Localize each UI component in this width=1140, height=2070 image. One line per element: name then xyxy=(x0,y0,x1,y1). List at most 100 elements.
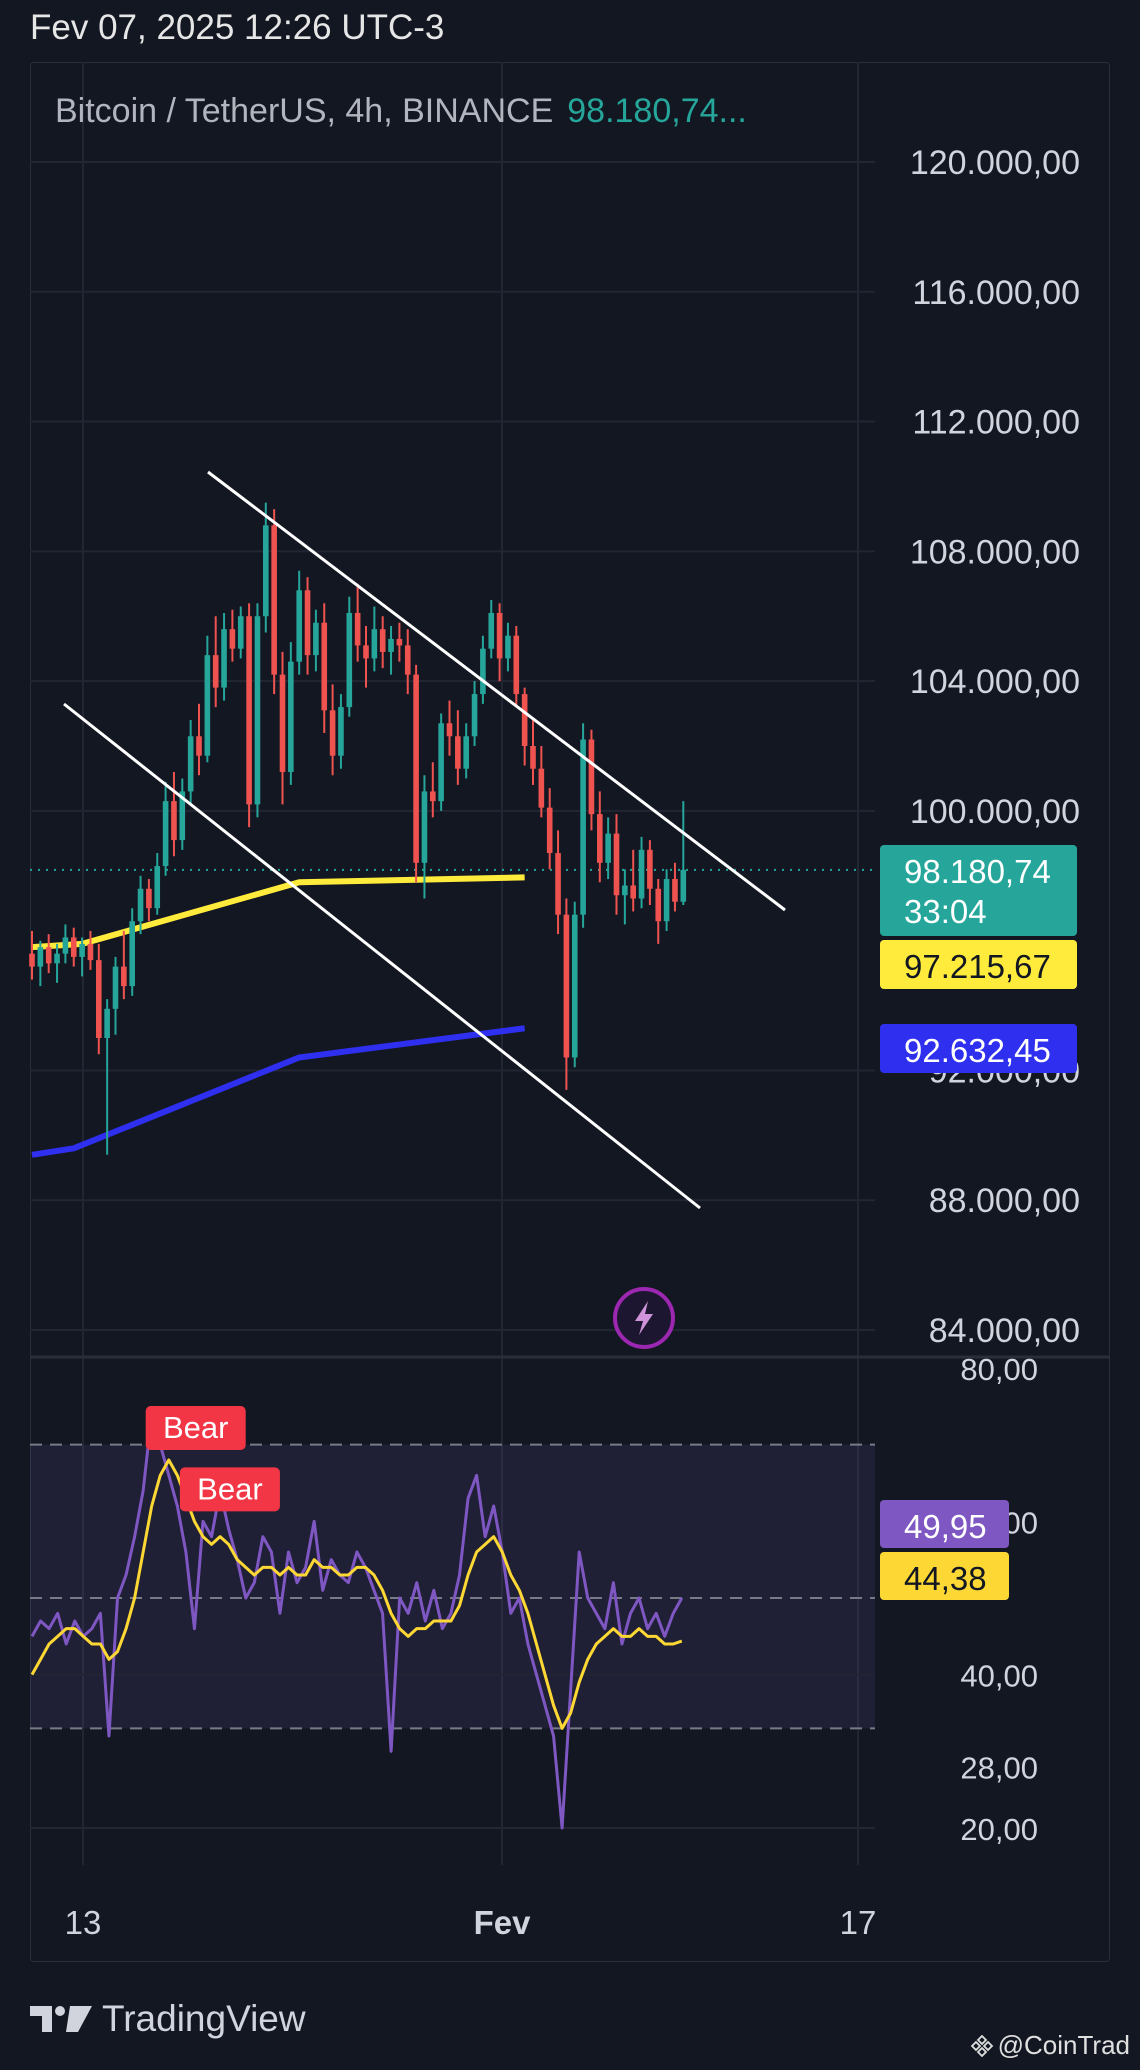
candle-body xyxy=(171,801,177,841)
candle-body xyxy=(663,879,670,922)
candle-body xyxy=(37,947,44,967)
candle-body xyxy=(388,638,394,652)
candle-body xyxy=(496,612,503,659)
candle-body xyxy=(588,739,595,815)
candle-body xyxy=(279,674,286,772)
candle-body xyxy=(70,937,77,957)
candle-body xyxy=(471,694,478,737)
footer: TradingView xyxy=(30,1998,306,2040)
bear-label-0: Bear xyxy=(145,1406,246,1450)
binance-square-icon xyxy=(970,2034,993,2057)
time-axis-label-0: 13 xyxy=(65,1904,102,1941)
candle-body xyxy=(446,723,453,737)
candle-body xyxy=(271,525,277,675)
rsi-ma-badge: 44,38 xyxy=(880,1552,1009,1600)
candle-body xyxy=(555,853,561,915)
candle-body xyxy=(455,736,461,769)
channel-lower-trendline xyxy=(63,702,701,1210)
candle-body xyxy=(430,791,436,802)
rsi-badge-text-0: 49,95 xyxy=(904,1508,987,1545)
candle-body xyxy=(146,888,152,909)
candle-body xyxy=(638,849,645,899)
candle-body xyxy=(54,953,60,964)
candle-body xyxy=(62,937,69,954)
candle-body xyxy=(221,629,227,688)
candle-body xyxy=(338,707,344,756)
price-axis-label-2: 112.000,00 xyxy=(912,404,1080,442)
candle-body xyxy=(488,612,495,649)
candle-body xyxy=(129,921,135,987)
ema-long-line xyxy=(31,1025,526,1158)
time-axis-label-2: 17 xyxy=(840,1904,877,1941)
candle-body xyxy=(371,629,378,659)
candle-body xyxy=(622,885,628,896)
candle-body xyxy=(346,612,353,708)
candle-body xyxy=(354,612,361,646)
ema-short-line xyxy=(31,874,525,951)
candle-body xyxy=(237,616,244,649)
rsi-axis-label-3: 20,00 xyxy=(960,1812,1038,1847)
chart-canvas[interactable]: Bear Bear 120.000,00 116.000,00 112.000,00 10… xyxy=(0,0,1140,1990)
tradingview-logo-icon xyxy=(30,2006,92,2032)
rsi-badge: 49,95 xyxy=(880,1500,1009,1548)
candle-body xyxy=(296,590,302,662)
watermark-handle: @CoinTrad xyxy=(997,2030,1130,2060)
ema-long-badge-text-0: 92.632,45 xyxy=(904,1032,1051,1069)
price-axis-label-7: 84.000,00 xyxy=(929,1312,1080,1350)
symbol-legend[interactable]: Bitcoin / TetherUS, 4h, BINANCE 98.180,74… xyxy=(55,92,747,131)
candle-body xyxy=(438,723,444,802)
bear-label-text: Bear xyxy=(197,1471,262,1506)
bear-label-text: Bear xyxy=(163,1410,228,1445)
candle-body xyxy=(571,914,578,1058)
candle-body xyxy=(254,616,261,805)
rsi-axis-label-0: 80,00 xyxy=(960,1352,1038,1387)
rsi-axis-label-2: 28,00 xyxy=(960,1751,1038,1786)
candle-body xyxy=(363,645,369,659)
candle-body xyxy=(212,655,219,688)
candle-body xyxy=(597,814,603,863)
candle-body xyxy=(379,629,386,652)
candle-body xyxy=(154,866,161,909)
candle-body xyxy=(546,807,553,854)
channel-upper-trendline xyxy=(207,470,786,912)
candle-body xyxy=(313,622,319,656)
price-axis-label-0: 120.000,00 xyxy=(910,144,1080,182)
candle-body xyxy=(605,833,611,863)
candle-body xyxy=(304,590,311,656)
candle-body xyxy=(187,736,194,792)
candle-body xyxy=(563,914,570,1058)
symbol-name: Bitcoin / TetherUS, 4h, BINANCE xyxy=(55,92,554,130)
candle-body xyxy=(45,947,52,964)
candle-body xyxy=(421,791,428,863)
candle-body xyxy=(630,885,636,899)
candle-body xyxy=(463,736,469,769)
candle-body xyxy=(672,879,678,902)
tradingview-wordmark: TradingView xyxy=(102,1998,306,2039)
time-axis-label-1: Fev xyxy=(474,1904,532,1941)
candle-body xyxy=(263,525,269,617)
symbol-price: 98.180,74... xyxy=(567,92,747,130)
candle-body xyxy=(655,888,662,922)
candle-body xyxy=(613,833,620,896)
lightning-bolt-icon xyxy=(613,1287,675,1349)
candle-body xyxy=(96,960,102,1038)
candle-body xyxy=(647,849,653,889)
price-axis-label-1: 116.000,00 xyxy=(912,274,1080,312)
price-axis-label-4: 104.000,00 xyxy=(910,663,1080,701)
candle-body xyxy=(505,635,511,659)
candle-body xyxy=(513,635,520,695)
ema-short-badge: 97.215,67 xyxy=(880,940,1077,989)
rsi-axis-label-hidden: 40,00 xyxy=(960,1659,1038,1694)
candle-body xyxy=(680,869,687,902)
price-axis-label-3: 108.000,00 xyxy=(910,533,1080,571)
candle-body xyxy=(329,710,336,756)
candle-body xyxy=(29,953,35,967)
candle-body xyxy=(404,645,411,675)
candle-body xyxy=(413,674,419,863)
ema-short-badge-text-0: 97.215,67 xyxy=(904,948,1051,985)
ema-long-badge: 92.632,45 xyxy=(880,1024,1077,1073)
candle-body xyxy=(137,888,144,922)
candle-body xyxy=(196,736,202,756)
candle-body xyxy=(87,943,94,961)
last-price-badge: 98.180,7433:04 xyxy=(880,845,1077,936)
